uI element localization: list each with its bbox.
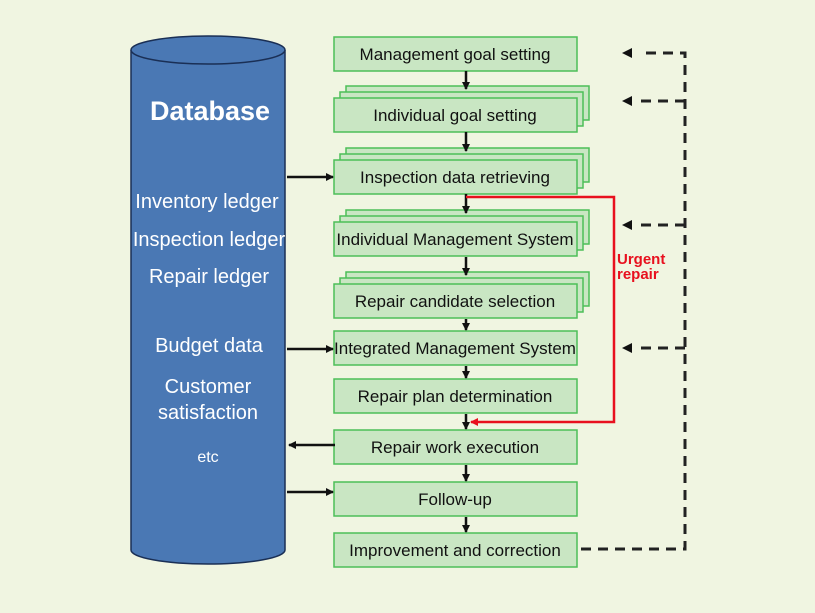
arrowhead-left [622,220,632,230]
step-label: Inspection data retrieving [360,168,550,187]
step-box: Integrated Management System [333,330,578,366]
step-box: Inspection data retrieving [333,147,590,195]
database-cylinder: Database Inventory ledger Inspection led… [130,35,286,565]
step-box: Individual Management System [333,209,590,257]
step-box: Management goal setting [333,36,578,72]
step-box: Improvement and correction [333,532,578,568]
step-box: Repair work execution [333,429,578,465]
step-label: Management goal setting [360,45,551,64]
step-label: Follow-up [418,490,492,509]
db-item: Budget data [155,335,264,357]
db-item: Repair ledger [149,266,269,288]
database-title: Database [150,96,270,126]
db-item: Inventory ledger [135,191,279,213]
feedback-loop [581,51,687,551]
urgent-label: repair [617,266,659,283]
db-item: etc [197,449,218,466]
db-item: Customer [165,376,252,398]
step-label: Individual Management System [336,230,573,249]
feedback-arrowheads [622,48,632,353]
step-label: Repair plan determination [358,387,553,406]
step-label: Integrated Management System [334,339,576,358]
flow-diagram: Database Inventory ledger Inspection led… [130,35,687,568]
db-item: Inspection ledger [133,229,286,251]
db-item: satisfaction [158,402,258,424]
arrowhead-left [622,48,632,58]
step-label: Individual goal setting [373,106,537,125]
step-box: Individual goal setting [333,85,590,133]
arrowhead-left [622,96,632,106]
step-box: Repair plan determination [333,378,578,414]
process-steps: Management goal setting Individual goal s… [333,36,590,568]
step-label: Repair work execution [371,438,539,457]
step-label: Repair candidate selection [355,292,555,311]
arrowhead-left [622,343,632,353]
step-label: Improvement and correction [349,541,561,560]
step-box: Follow-up [333,481,578,517]
step-box: Repair candidate selection [333,271,590,319]
